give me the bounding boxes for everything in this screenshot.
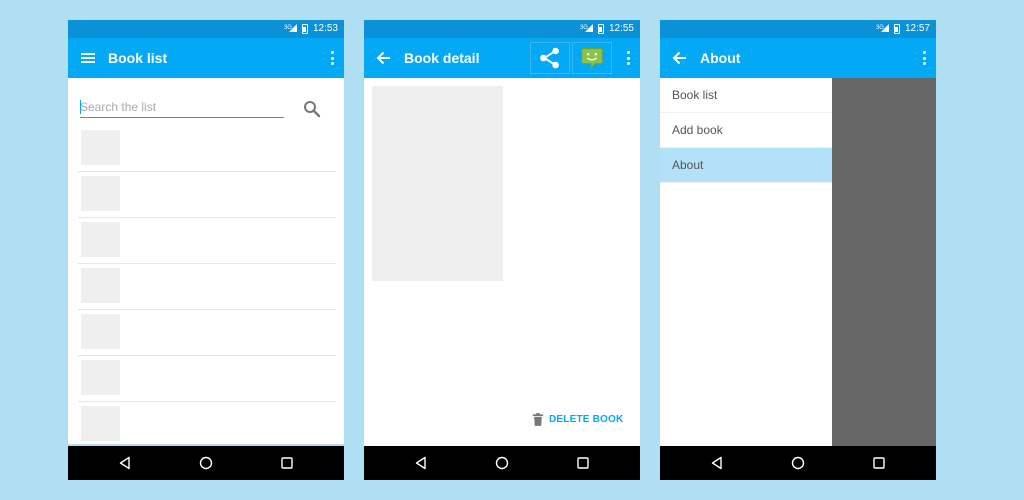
list-item[interactable] (78, 218, 336, 264)
system-nav-bar (660, 446, 936, 480)
app-bar: Book list (68, 38, 344, 78)
book-thumbnail (81, 406, 120, 441)
signal-icon: 3G (876, 23, 889, 34)
book-thumbnail (81, 222, 120, 257)
share-icon (540, 47, 559, 69)
search-field (80, 98, 284, 118)
search-icon[interactable] (303, 100, 321, 118)
status-time: 12:57 (904, 23, 930, 34)
app-bar: About (660, 38, 936, 78)
list-item[interactable] (78, 172, 336, 218)
book-thumbnail (81, 360, 120, 395)
status-time: 12:53 (312, 23, 338, 34)
book-thumbnail (81, 268, 120, 303)
smiley-icon (581, 48, 603, 70)
phone-book-list: 3G 12:53 Book list (68, 20, 344, 480)
battery-icon (301, 23, 308, 34)
phone-book-detail: 3G 12:55 Book detail DELETE BOOK (364, 20, 640, 480)
drawer-scrim[interactable] (832, 78, 936, 446)
navigation-drawer: Book list Add book About (660, 78, 832, 446)
list-item[interactable] (78, 310, 336, 356)
recents-nav-icon[interactable] (280, 456, 294, 470)
book-thumbnail (81, 130, 120, 165)
recents-nav-icon[interactable] (872, 456, 886, 470)
battery-icon (893, 23, 900, 34)
back-arrow-icon[interactable] (376, 50, 392, 66)
signal-icon: 3G (284, 23, 297, 34)
status-bar: 3G 12:57 (660, 20, 936, 38)
delete-book-label: DELETE BOOK (549, 413, 624, 425)
system-nav-bar (364, 446, 640, 480)
recents-nav-icon[interactable] (576, 456, 590, 470)
home-nav-icon[interactable] (495, 456, 509, 470)
home-nav-icon[interactable] (199, 456, 213, 470)
status-bar: 3G 12:53 (68, 20, 344, 38)
page-title: About (700, 50, 741, 66)
text-cursor (80, 100, 81, 114)
share-button[interactable] (530, 42, 570, 74)
system-nav-bar (68, 446, 344, 480)
status-time: 12:55 (608, 23, 634, 34)
book-thumbnail (81, 314, 120, 349)
status-bar: 3G 12:55 (364, 20, 640, 38)
phone-about: 3G 12:57 About Book list Add book About (660, 20, 936, 480)
back-nav-icon[interactable] (414, 456, 428, 470)
delete-book-button[interactable]: DELETE BOOK (532, 410, 623, 428)
back-nav-icon[interactable] (710, 456, 724, 470)
menu-icon[interactable] (80, 50, 96, 66)
list-item[interactable] (78, 126, 336, 172)
back-nav-icon[interactable] (118, 456, 132, 470)
page-title: Book detail (404, 50, 480, 66)
list-item[interactable] (78, 356, 336, 402)
battery-icon (597, 23, 604, 34)
signal-icon: 3G (580, 23, 593, 34)
page-title: Book list (108, 50, 168, 66)
overflow-menu-icon[interactable] (626, 51, 630, 65)
drawer-item-book-list[interactable]: Book list (660, 78, 832, 113)
drawer-item-add-book[interactable]: Add book (660, 113, 832, 148)
back-arrow-icon[interactable] (672, 50, 688, 66)
app-bar: Book detail (364, 38, 640, 78)
smiley-button[interactable] (572, 42, 612, 74)
book-cover-placeholder (372, 86, 503, 281)
trash-icon (532, 412, 544, 426)
book-list (78, 126, 336, 448)
drawer-item-about[interactable]: About (660, 148, 832, 183)
list-item[interactable] (78, 264, 336, 310)
overflow-menu-icon[interactable] (922, 51, 926, 65)
search-input[interactable] (80, 98, 284, 116)
list-item[interactable] (78, 402, 336, 448)
overflow-menu-icon[interactable] (330, 51, 334, 65)
book-thumbnail (81, 176, 120, 211)
home-nav-icon[interactable] (791, 456, 805, 470)
